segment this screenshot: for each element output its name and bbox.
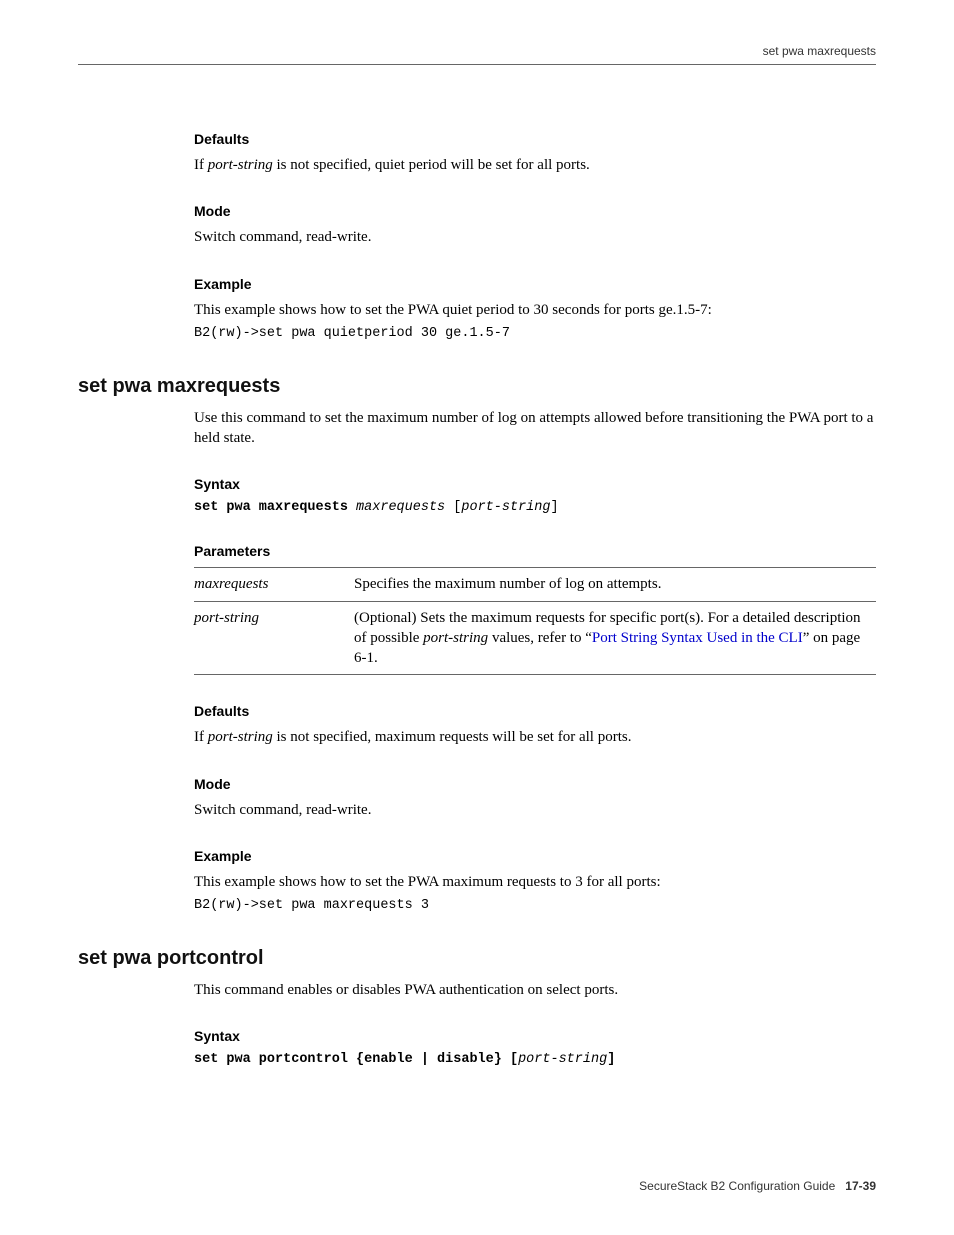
text: is not specified, maximum requests will …: [273, 729, 632, 745]
mode-paragraph-2: Switch command, read-write.: [194, 800, 876, 820]
arg: maxrequests: [348, 500, 453, 515]
bracket: ]: [607, 1052, 615, 1067]
example-code-2: B2(rw)->set pwa maxrequests 3: [194, 898, 876, 913]
intro-portcontrol: This command enables or disables PWA aut…: [194, 980, 876, 1000]
param-desc: (Optional) Sets the maximum requests for…: [354, 601, 876, 675]
heading-example-1: Example: [194, 276, 876, 292]
footer-page: 17-39: [845, 1179, 876, 1193]
heading-mode-1: Mode: [194, 203, 876, 219]
table-row: port-string (Optional) Sets the maximum …: [194, 601, 876, 675]
example-paragraph-2: This example shows how to set the PWA ma…: [194, 872, 876, 892]
mode-paragraph-1: Switch command, read-write.: [194, 227, 876, 247]
page-footer: SecureStack B2 Configuration Guide 17-39: [78, 1179, 876, 1193]
param-name: maxrequests: [194, 568, 354, 601]
heading-portcontrol: set pwa portcontrol: [78, 947, 876, 970]
footer-title: SecureStack B2 Configuration Guide: [639, 1179, 835, 1193]
heading-syntax-2: Syntax: [194, 476, 876, 492]
text: If: [194, 729, 208, 745]
term-port-string: port-string: [208, 157, 273, 173]
heading-defaults-1: Defaults: [194, 131, 876, 147]
heading-mode-2: Mode: [194, 776, 876, 792]
bracket: ]: [551, 500, 559, 515]
cmd: set pwa portcontrol {enable | disable} [: [194, 1052, 518, 1067]
defaults-paragraph-2: If port-string is not specified, maximum…: [194, 727, 876, 747]
parameters-table: maxrequests Specifies the maximum number…: [194, 567, 876, 675]
term-port-string: port-string: [423, 630, 488, 646]
text: values, refer to “: [488, 630, 592, 646]
intro-maxrequests: Use this command to set the maximum numb…: [194, 408, 876, 449]
text: If: [194, 157, 208, 173]
heading-parameters-2: Parameters: [194, 543, 876, 559]
table-row: maxrequests Specifies the maximum number…: [194, 568, 876, 601]
heading-syntax-3: Syntax: [194, 1028, 876, 1044]
example-code-1: B2(rw)->set pwa quietperiod 30 ge.1.5-7: [194, 326, 876, 341]
arg: port-string: [518, 1052, 607, 1067]
arg: port-string: [461, 500, 550, 515]
running-head: set pwa maxrequests: [78, 44, 876, 65]
term-port-string: port-string: [208, 729, 273, 745]
syntax-code-3: set pwa portcontrol {enable | disable} […: [194, 1052, 876, 1067]
param-desc: Specifies the maximum number of log on a…: [354, 568, 876, 601]
main-content: Defaults If port-string is not specified…: [78, 65, 876, 1067]
param-name: port-string: [194, 601, 354, 675]
heading-maxrequests: set pwa maxrequests: [78, 375, 876, 398]
syntax-code-2: set pwa maxrequests maxrequests [port-st…: [194, 500, 876, 515]
link-port-string-syntax[interactable]: Port String Syntax Used in the CLI: [592, 630, 803, 646]
heading-example-2: Example: [194, 848, 876, 864]
text: is not specified, quiet period will be s…: [273, 157, 590, 173]
heading-defaults-2: Defaults: [194, 703, 876, 719]
example-paragraph-1: This example shows how to set the PWA qu…: [194, 300, 876, 320]
cmd: set pwa maxrequests: [194, 500, 348, 515]
defaults-paragraph-1: If port-string is not specified, quiet p…: [194, 155, 876, 175]
